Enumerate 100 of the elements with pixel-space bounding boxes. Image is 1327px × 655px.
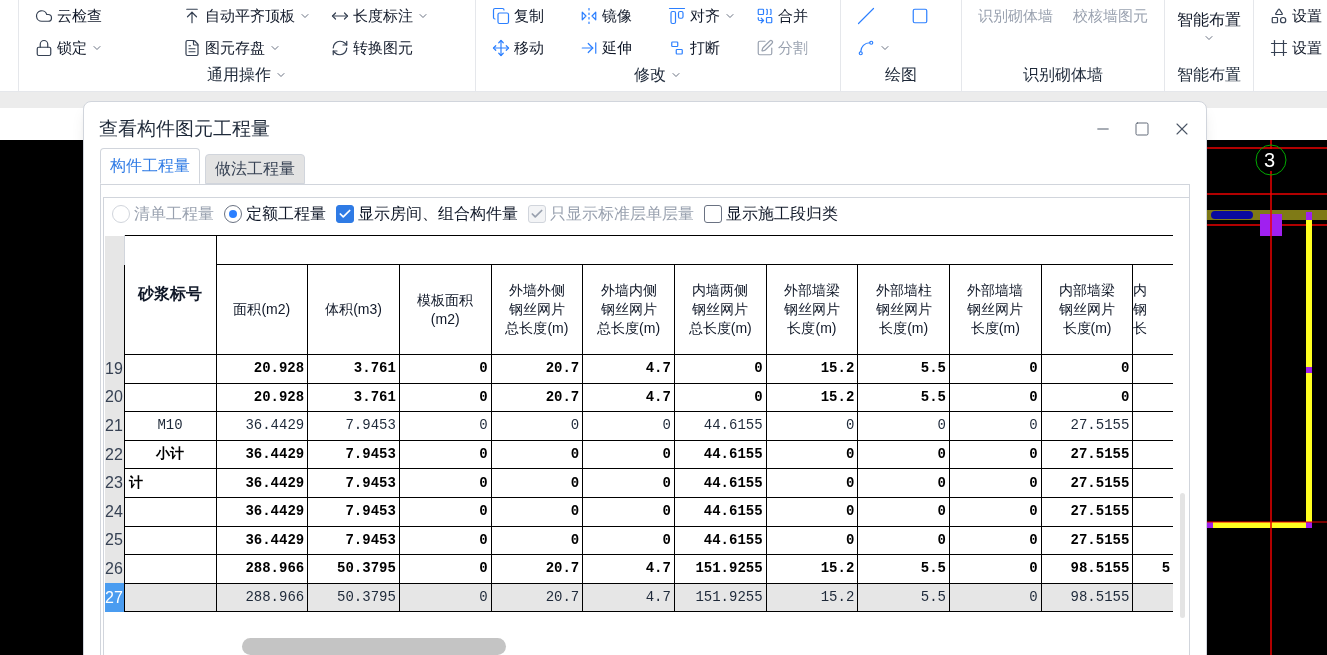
tab[interactable]: 构件工程量: [100, 148, 200, 184]
ribbon-button[interactable]: 长度标注: [327, 4, 463, 28]
ribbon-button[interactable]: 设置: [1266, 36, 1326, 60]
table-cell: 5.5: [857, 554, 950, 584]
group-label[interactable]: 智能布置: [1177, 63, 1241, 87]
column-header: 面积(m2): [216, 264, 308, 355]
ribbon-button[interactable]: 合并: [752, 4, 828, 28]
row-number: 20: [105, 383, 124, 412]
table-cell: 4.7: [582, 383, 675, 412]
table-row[interactable]: 27 288.966 50.3795 0 20.7 4.7 151.9255 15.2 5.5 0 98.5155: [105, 583, 1174, 612]
move-icon: [492, 39, 510, 57]
table-row[interactable]: 25 36.4429 7.9453 0 0 0 44.6155 0 0 0 27.5155: [105, 526, 1174, 555]
vertical-scrollbar[interactable]: [1180, 493, 1185, 618]
table-cell: 0: [582, 497, 675, 527]
cloud-icon: [35, 7, 53, 25]
table-cell: 151.9255: [674, 583, 767, 612]
checkbox[interactable]: [704, 205, 722, 223]
table-cell: 5.5: [857, 583, 950, 612]
table-cell: 20.7: [491, 354, 583, 384]
table-cell: 0: [949, 440, 1042, 469]
table-cell: 0: [582, 440, 675, 469]
table-cell: 0: [491, 468, 583, 498]
ribbon-button[interactable]: 对齐: [664, 4, 740, 28]
table-cell: 0: [949, 383, 1042, 412]
ribbon-button[interactable]: 锁定: [31, 36, 167, 60]
group-label[interactable]: 通用操作: [207, 63, 287, 87]
table-cell: 44.6155: [674, 526, 767, 555]
table-cell: 3.761: [307, 354, 400, 384]
checkbox[interactable]: [336, 205, 354, 223]
group-label[interactable]: 绘图: [885, 63, 917, 87]
table-cell: 0: [857, 411, 950, 441]
merge-icon: [756, 7, 774, 25]
ribbon-button[interactable]: 设置: [1266, 4, 1326, 28]
table-cell: 5: [1132, 554, 1174, 584]
table-cell: 36.4429: [216, 526, 308, 555]
maximize-icon[interactable]: [1134, 121, 1150, 137]
table-cell: 7.9453: [307, 440, 400, 469]
column-header: 外部墙柱钢丝网片长度(m): [857, 264, 950, 355]
ribbon-button[interactable]: 转换图元: [327, 36, 463, 60]
table-cell: 0: [766, 411, 858, 441]
radio-button[interactable]: [224, 205, 242, 223]
table-cell: 3.761: [307, 383, 400, 412]
table-row[interactable]: 21 M10 36.4429 7.9453 0 0 0 44.6155 0 0 0 27.5155: [105, 411, 1174, 441]
table-cell: 20.928: [216, 383, 308, 412]
table-cell: 20.928: [216, 354, 308, 384]
table-cell: 0: [582, 526, 675, 555]
table-row[interactable]: 19 20.928 3.761 0 20.7 4.7 0 15.2 5.5 0 0: [105, 354, 1174, 384]
ribbon-button[interactable]: 图元存盘: [179, 36, 315, 60]
table-cell: 0: [766, 526, 858, 555]
table-cell: 27.5155: [1041, 468, 1133, 498]
ribbon-button[interactable]: 打断: [664, 36, 740, 60]
table-cell: 0: [399, 526, 492, 555]
table-cell: 0: [949, 526, 1042, 555]
shapes-icon: [1270, 7, 1288, 25]
split-icon: [756, 39, 774, 57]
radio-option[interactable]: 定额工程量: [224, 202, 326, 226]
table-cell: 0: [949, 354, 1042, 384]
table-cell: 44.6155: [674, 497, 767, 527]
table-cell: M10: [124, 411, 216, 441]
table-cell: 44.6155: [674, 440, 767, 469]
table-row[interactable]: 23 计 36.4429 7.9453 0 0 0 44.6155 0 0 0 27.5155: [105, 468, 1174, 498]
table-cell: 27.5155: [1041, 526, 1133, 555]
table-cell: 7.9453: [307, 411, 400, 441]
table-cell: 0: [766, 497, 858, 527]
tab[interactable]: 做法工程量: [205, 154, 305, 184]
table-cell: 7.9453: [307, 468, 400, 498]
group-label[interactable]: 修改: [634, 63, 682, 87]
ribbon-button[interactable]: 智能布置: [1177, 0, 1241, 44]
horizontal-scrollbar[interactable]: [242, 638, 506, 655]
checkbox-option[interactable]: 显示施工段归类: [704, 202, 838, 226]
group-label[interactable]: 识别砌体墙: [1023, 63, 1103, 87]
checkbox-option[interactable]: 显示房间、组合构件量: [336, 202, 518, 226]
column-header: 砂浆标号: [124, 235, 216, 355]
table-cell: 5.5: [857, 383, 950, 412]
table-row[interactable]: 26 288.966 50.3795 0 20.7 4.7 151.9255 15.2 5.5 0 98.5155 5: [105, 554, 1174, 584]
document-icon: [183, 39, 201, 57]
table-cell: 36.4429: [216, 497, 308, 527]
table-cell: 15.2: [766, 583, 858, 612]
table-cell: 20.7: [491, 583, 583, 612]
table-cell: 0: [857, 526, 950, 555]
table-cell: 0: [949, 411, 1042, 441]
table-cell: 27.5155: [1041, 497, 1133, 527]
table-cell: 0: [766, 440, 858, 469]
arc-icon: [857, 39, 875, 57]
table-cell: 20.7: [491, 383, 583, 412]
ribbon-button[interactable]: 云检查: [31, 4, 167, 28]
ribbon-button[interactable]: 延伸: [576, 36, 652, 60]
ribbon-button[interactable]: 镜像: [576, 4, 652, 28]
table-cell: 0: [491, 526, 583, 555]
table-cell: 小计: [124, 440, 216, 469]
ribbon-button[interactable]: 移动: [488, 36, 564, 60]
table-row[interactable]: 24 36.4429 7.9453 0 0 0 44.6155 0 0 0 27.5155: [105, 497, 1174, 527]
column-header: 内钢长: [1132, 264, 1174, 355]
ribbon-button[interactable]: 复制: [488, 4, 564, 28]
table-cell: 44.6155: [674, 411, 767, 441]
table-row[interactable]: 22 小计 36.4429 7.9453 0 0 0 44.6155 0 0 0 27.5155: [105, 440, 1174, 469]
row-number: 24: [105, 497, 124, 527]
table-cell: 0: [399, 583, 492, 612]
ribbon-button[interactable]: 自动平齐顶板: [179, 4, 315, 28]
table-row[interactable]: 20 20.928 3.761 0 20.7 4.7 0 15.2 5.5 0 0: [105, 383, 1174, 412]
